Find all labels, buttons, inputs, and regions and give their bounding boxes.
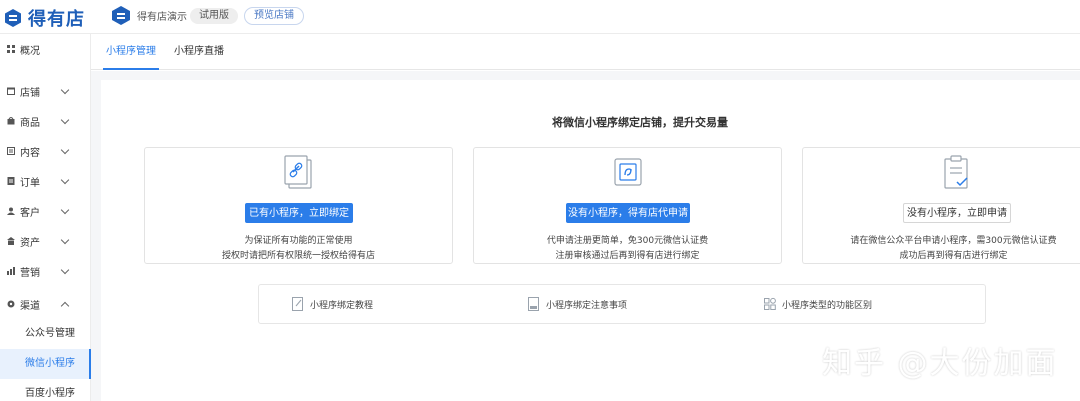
sidebar-subitem-wechat-miniprogram[interactable]: 微信小程序	[0, 349, 91, 379]
tab-miniprogram-management[interactable]: 小程序管理	[103, 34, 159, 70]
sidebar-item-content[interactable]: 内容	[0, 136, 90, 166]
asset-icon	[7, 237, 15, 245]
sidebar-item-marketing[interactable]: 营销	[0, 256, 90, 286]
card-description-line: 为保证所有功能的正常使用	[244, 236, 353, 246]
sidebar-item-label: 营销	[20, 267, 40, 279]
help-links-bar: 小程序绑定教程 小程序绑定注意事项 小程序类型的功能区别	[258, 284, 986, 324]
card-description-line: 代申请注册更简单，免300元微信认证费	[546, 236, 709, 246]
chevron-down-icon	[60, 85, 70, 95]
mini-program-icon	[614, 158, 642, 186]
content-icon	[7, 147, 15, 155]
help-link-bind-notice[interactable]: 小程序绑定注意事项	[528, 297, 627, 311]
chevron-down-icon	[60, 145, 70, 155]
sidebar-item-channel[interactable]: 渠道	[0, 289, 90, 319]
sidebar-item-label: 资产	[20, 237, 40, 249]
watermark-text: 知乎 @大份加面	[822, 346, 1058, 381]
edit-doc-icon	[292, 297, 303, 311]
tab-miniprogram-live[interactable]: 小程序直播	[171, 34, 227, 70]
store-name: 得有店演示	[137, 12, 187, 23]
help-link-label: 小程序绑定注意事项	[546, 300, 628, 311]
channel-icon	[7, 300, 15, 308]
chevron-down-icon	[60, 265, 70, 275]
link-document-icon	[284, 155, 312, 189]
sidebar-item-label: 内容	[20, 147, 40, 159]
sidebar-item-label: 渠道	[20, 300, 40, 312]
apps-grid-icon	[764, 297, 776, 310]
store-avatar-icon	[112, 6, 130, 25]
marketing-icon	[7, 267, 15, 275]
apply-now-button[interactable]: 没有小程序，立即申请	[903, 203, 1011, 223]
dashboard-icon	[7, 45, 15, 53]
order-icon	[7, 177, 15, 185]
agent-apply-card: 没有小程序，得有店代申请 代申请注册更简单，免300元微信认证费 注册审核通过后…	[473, 147, 782, 264]
brand-logo[interactable]: 得有店	[4, 5, 85, 31]
sidebar-item-customer[interactable]: 客户	[0, 196, 90, 226]
sidebar-subitem-baidu-miniprogram[interactable]: 百度小程序	[0, 379, 91, 401]
clipboard-check-icon	[944, 155, 968, 189]
sidebar-item-asset[interactable]: 资产	[0, 226, 90, 256]
chevron-down-icon	[60, 205, 70, 215]
self-apply-card: 没有小程序，立即申请 请在微信公众平台申请小程序，需300元微信认证费 成功后再…	[802, 147, 1080, 264]
customer-icon	[7, 207, 15, 215]
agent-apply-button[interactable]: 没有小程序，得有店代申请	[566, 203, 690, 223]
card-description-line: 请在微信公众平台申请小程序，需300元微信认证费	[850, 236, 1057, 246]
card-description-line: 成功后再到得有店进行绑定	[899, 251, 1008, 261]
bind-now-button[interactable]: 已有小程序，立即绑定	[245, 203, 353, 223]
tab-bar: 小程序管理 小程序直播	[91, 34, 1080, 70]
notice-doc-icon	[528, 297, 539, 311]
logo-icon	[5, 9, 21, 27]
top-bar: 得有店 得有店演示 试用版 预览店铺	[0, 0, 1080, 34]
card-description-line: 注册审核通过后再到得有店进行绑定	[555, 251, 700, 261]
preview-store-button[interactable]: 预览店铺	[244, 7, 304, 25]
sidebar-item-label: 客户	[20, 207, 40, 219]
card-description-line: 授权时请把所有权限统一授权给得有店	[221, 251, 375, 261]
page-headline: 将微信小程序绑定店铺，提升交易量	[552, 116, 728, 129]
help-link-label: 小程序绑定教程	[310, 300, 374, 311]
bind-existing-card: 已有小程序，立即绑定 为保证所有功能的正常使用 授权时请把所有权限统一授权给得有…	[144, 147, 453, 264]
sidebar-item-label: 概况	[20, 45, 40, 57]
sidebar-item-overview[interactable]: 概况	[0, 34, 90, 64]
trial-badge: 试用版	[190, 8, 238, 24]
help-link-bind-tutorial[interactable]: 小程序绑定教程	[292, 297, 373, 311]
logo-text: 得有店	[28, 9, 85, 30]
sidebar-item-label: 店铺	[20, 87, 40, 99]
help-link-label: 小程序类型的功能区别	[782, 300, 873, 311]
chevron-up-icon	[60, 301, 70, 311]
sidebar-item-label: 订单	[20, 177, 40, 189]
store-switcher[interactable]: 得有店演示	[111, 5, 187, 26]
sidebar-item-store[interactable]: 店铺	[0, 76, 90, 106]
sidebar: 概况 店铺 商品 内容 订单 客户 资产 营销 渠道 公众号管理 微信小程序 百…	[0, 34, 91, 401]
chevron-down-icon	[60, 175, 70, 185]
help-link-type-differences[interactable]: 小程序类型的功能区别	[764, 297, 872, 311]
sidebar-subitem-official-account[interactable]: 公众号管理	[0, 319, 91, 349]
chevron-down-icon	[60, 235, 70, 245]
store-icon	[7, 87, 15, 95]
sidebar-item-order[interactable]: 订单	[0, 166, 90, 196]
